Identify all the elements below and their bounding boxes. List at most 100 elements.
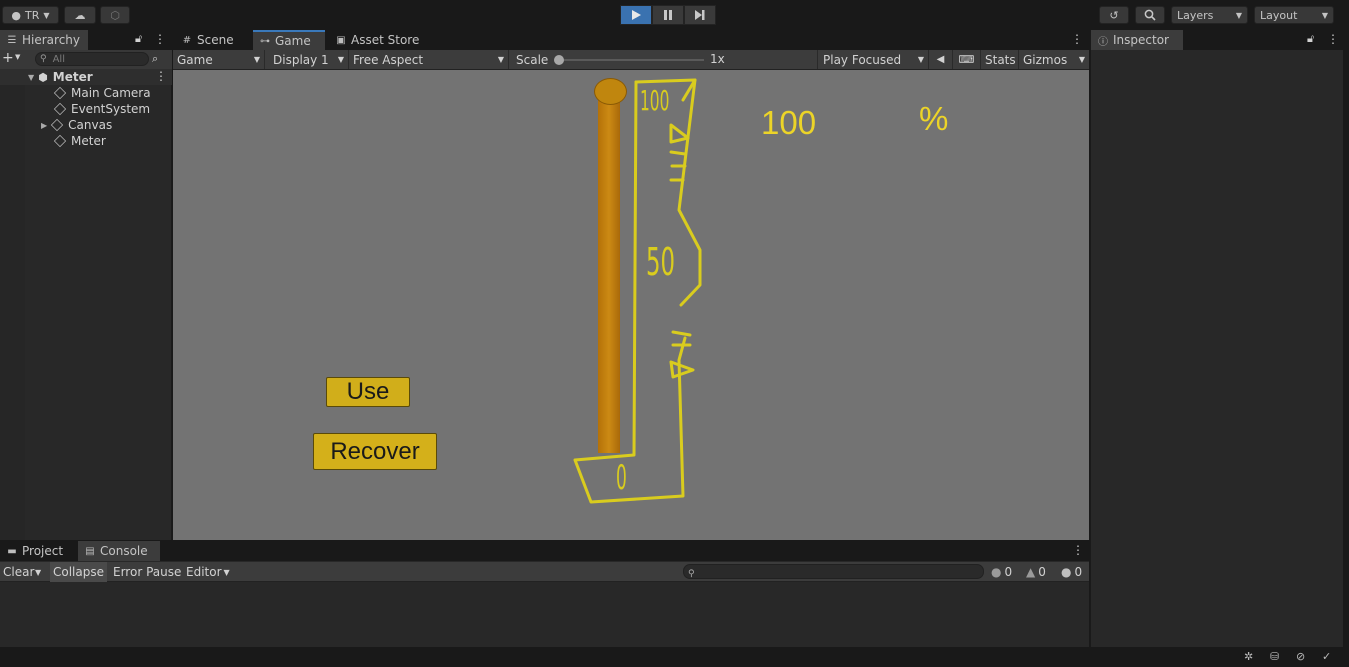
error-filter-toggle[interactable]: ● 0 [1058, 562, 1085, 582]
gauge-bar [598, 100, 620, 453]
hierarchy-item-meter[interactable]: Meter [53, 133, 106, 149]
gauge-label-0: 0 [616, 458, 627, 498]
hierarchy-item-label: Meter [71, 134, 106, 148]
stats-button[interactable]: Stats [981, 50, 1019, 69]
play-mode-dropdown[interactable]: Play Focused ▼ [819, 50, 929, 69]
chevron-down-icon: ▼ [917, 55, 924, 64]
chevron-right-icon[interactable]: ▶ [41, 121, 47, 130]
scene-label: Meter [52, 70, 93, 84]
play-button[interactable] [620, 5, 652, 25]
hierarchy-item-canvas[interactable]: ▶ Canvas [41, 117, 112, 133]
shortcuts-button[interactable]: ⌨ [953, 50, 981, 69]
display-mode-label: Game [177, 52, 213, 67]
clear-options-dropdown[interactable]: ▼ [32, 562, 47, 582]
filter-icon[interactable]: ⌕ [152, 52, 158, 66]
step-button[interactable] [684, 5, 716, 25]
collapse-toggle[interactable]: Collapse [50, 562, 107, 582]
recover-button[interactable]: Recover [313, 433, 437, 470]
collapse-label: Collapse [53, 565, 104, 579]
gauge-label-100: 100 [640, 84, 670, 117]
hierarchy-item-eventsystem[interactable]: EventSystem [53, 101, 151, 117]
lock-icon[interactable]: 🔓︎ [1307, 32, 1314, 46]
tab-game[interactable]: ⊶ Game [253, 30, 325, 50]
console-panel: ▬ Project ▤ Console ⋮ Clear ▼ Collapse E… [0, 541, 1089, 647]
list-icon: ☰ [7, 34, 17, 46]
more-icon[interactable]: ⋮ [1327, 32, 1339, 46]
meter-drawing [573, 78, 702, 504]
account-dropdown[interactable]: ● TR ▼ [2, 6, 59, 24]
history-icon: ↺ [1109, 8, 1119, 22]
warning-filter-toggle[interactable]: ▲ 0 [1023, 562, 1049, 582]
console-icon: ▤ [85, 545, 95, 557]
add-icon[interactable]: + [2, 50, 14, 66]
display-dropdown[interactable]: Display 1 ▼ [269, 50, 349, 69]
collab-button[interactable]: ⬡ [100, 6, 130, 24]
game-view[interactable]: 100 50 0 100 % Use Recover [173, 70, 1089, 540]
hierarchy-item-label: Canvas [68, 118, 113, 132]
hierarchy-gutter [0, 69, 25, 540]
hierarchy-item-main-camera[interactable]: Main Camera [53, 85, 151, 101]
gameobject-icon [53, 102, 67, 116]
editor-dropdown[interactable]: Editor ▼ [183, 562, 233, 582]
display-mode-dropdown[interactable]: Game ▼ [173, 50, 265, 69]
tab-label: Scene [197, 33, 234, 47]
error-pause-label: Error Pause [113, 565, 182, 579]
console-search-input[interactable]: ⚲ [683, 564, 984, 579]
scale-slider-track[interactable] [558, 59, 704, 61]
clear-label: Clear [3, 565, 35, 579]
tab-hierarchy[interactable]: ☰ Hierarchy [0, 30, 88, 50]
tab-scene[interactable]: # Scene [175, 30, 253, 50]
layers-label: Layers [1177, 8, 1214, 22]
more-icon[interactable]: ⋮ [1072, 543, 1084, 557]
tab-console[interactable]: ▤ Console [78, 541, 160, 561]
history-button[interactable]: ↺ [1099, 6, 1129, 24]
info-circle-icon: ● [991, 565, 1002, 579]
network-icon[interactable]: ⊘ [1296, 650, 1305, 663]
gizmos-dropdown[interactable]: Gizmos ▼ [1019, 50, 1089, 69]
search-button[interactable] [1135, 6, 1165, 24]
warning-icon: ▲ [1026, 565, 1036, 579]
chevron-down-icon[interactable]: ▼ [15, 53, 20, 61]
scale-slider-handle[interactable] [554, 55, 564, 65]
pause-button[interactable] [652, 5, 684, 25]
tab-asset-store[interactable]: ▣ Asset Store [329, 30, 429, 50]
mute-audio-button[interactable]: ◀︎ [929, 50, 953, 69]
log-filter-toggle[interactable]: ● 0 [988, 562, 1015, 582]
aspect-dropdown[interactable]: Free Aspect ▼ [349, 50, 509, 69]
bug-icon[interactable]: ✲ [1244, 650, 1253, 663]
more-icon[interactable]: ⋮ [155, 69, 167, 83]
tab-inspector[interactable]: ⓘ Inspector [1091, 30, 1183, 50]
more-icon[interactable]: ⋮ [1071, 32, 1083, 46]
hierarchy-item-label: EventSystem [71, 102, 151, 116]
chevron-down-icon: ▼ [253, 55, 260, 64]
tab-project[interactable]: ▬ Project [0, 541, 78, 561]
more-icon[interactable]: ⋮ [154, 32, 166, 46]
display-label: Display 1 [273, 52, 329, 67]
layers-dropdown[interactable]: Layers ▼ [1171, 6, 1248, 24]
search-icon: ⚲ [688, 569, 695, 579]
editor-label: Editor [186, 565, 222, 579]
main-toolbar: ● TR ▼ ☁ ⬡ ↺ Layers ▼ Layout ▼ [0, 0, 1349, 30]
cloud-button[interactable]: ☁ [64, 6, 96, 24]
error-icon: ● [1061, 565, 1072, 579]
error-pause-toggle[interactable]: Error Pause [110, 562, 184, 582]
lock-icon[interactable]: 🔓︎ [135, 32, 142, 46]
status-bar: ✲ ⛁ ⊘ ✓ [0, 647, 1349, 667]
inspector-tabbar: ⓘ Inspector 🔓︎ ⋮ [1091, 30, 1344, 50]
use-button[interactable]: Use [326, 377, 410, 407]
step-icon [695, 10, 705, 20]
chevron-down-icon: ▼ [28, 72, 35, 82]
chevron-down-icon: ▼ [1321, 10, 1328, 20]
cache-server-icon[interactable]: ⛁ [1270, 650, 1279, 663]
meter-value-text: 100 [761, 104, 817, 141]
bag-icon: ▣ [336, 34, 346, 46]
layout-dropdown[interactable]: Layout ▼ [1254, 6, 1334, 24]
check-icon[interactable]: ✓ [1322, 650, 1331, 663]
hierarchy-search-input[interactable]: ⚲ All [35, 52, 149, 66]
scene-row[interactable]: ▼ ⬢ Meter ⋮ [0, 69, 172, 85]
tab-label: Game [275, 34, 311, 48]
tab-label: Asset Store [351, 33, 420, 47]
stats-label: Stats [985, 52, 1016, 67]
play-mode-label: Play Focused [823, 52, 902, 67]
hierarchy-searchbar: + ▼ ⚲ All ⌕ [0, 50, 172, 69]
